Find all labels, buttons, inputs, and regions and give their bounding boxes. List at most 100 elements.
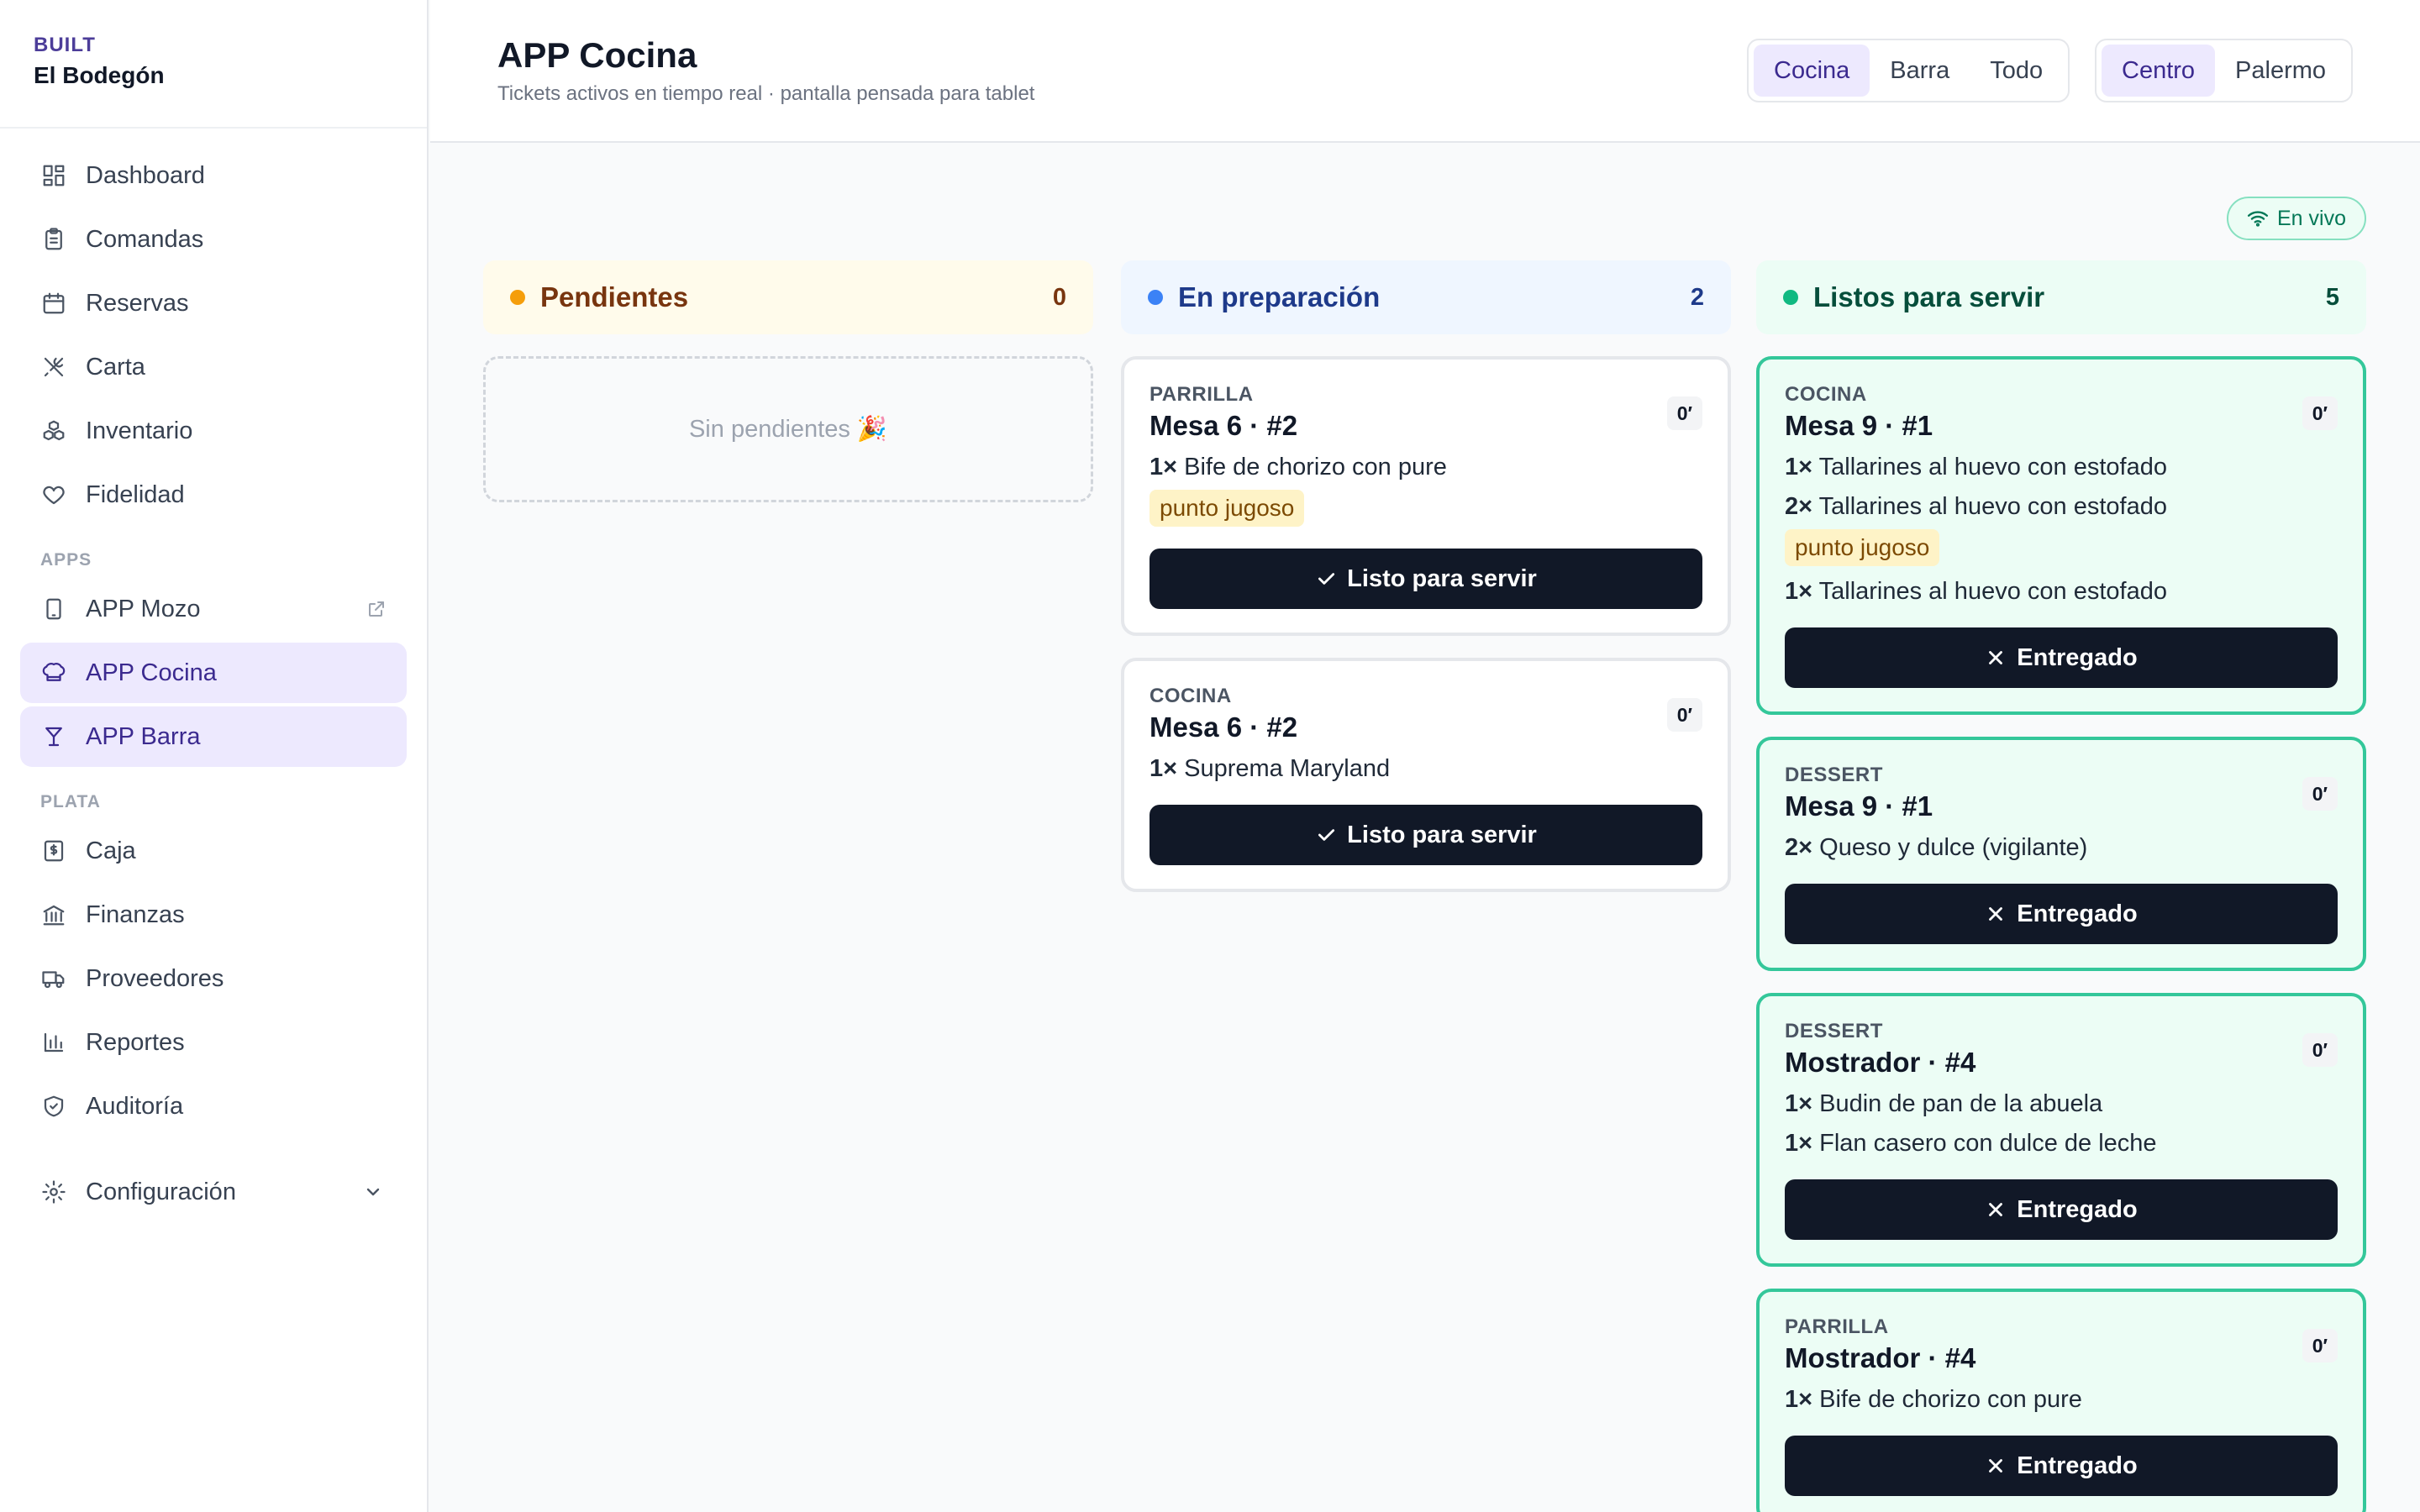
ready-to-serve-button[interactable]: Listo para servir [1150, 805, 1702, 865]
chef-hat-icon [40, 659, 67, 686]
sidebar-item-carta[interactable]: Carta [20, 337, 407, 397]
page-title: APP Cocina [497, 35, 697, 75]
shield-check-icon [40, 1093, 67, 1120]
line-note: punto jugoso [1785, 529, 1940, 566]
sidebar-item-configuracion[interactable]: Configuración [20, 1162, 407, 1222]
delivered-button[interactable]: Entregado [1785, 1436, 2338, 1496]
check-icon [1318, 829, 1335, 841]
line-qty: 1× [1785, 1386, 1813, 1413]
ticket-line: 2× Queso y dulce (vigilante) [1785, 834, 2338, 862]
sidebar-item-proveedores[interactable]: Proveedores [20, 948, 407, 1009]
sidebar-item-comandas[interactable]: Comandas [20, 209, 407, 270]
check-icon [1318, 573, 1335, 585]
ready-to-serve-button[interactable]: Listo para servir [1150, 549, 1702, 609]
sidebar-nav: Dashboard Comandas Reservas Carta Invent… [0, 129, 427, 1222]
sidebar-item-finanzas[interactable]: Finanzas [20, 885, 407, 945]
bar-chart-icon [40, 1029, 67, 1056]
utensils-icon [40, 354, 67, 381]
brand: BUILT El Bodegón [0, 0, 427, 129]
sidebar-item-auditoria[interactable]: Auditoría [20, 1076, 407, 1137]
brand-name: El Bodegón [34, 62, 165, 88]
sidebar-item-label: APP Cocina [86, 659, 217, 686]
sidebar: BUILT El Bodegón Dashboard Comandas Rese… [0, 0, 429, 1512]
ticket-card: DESSERT Mesa 9 · #1 0′ 2× Queso y dulce … [1756, 737, 2366, 971]
sidebar-item-reservas[interactable]: Reservas [20, 273, 407, 333]
ticket-table: Mesa 9 · #1 [1785, 790, 1933, 822]
branch-palermo-button[interactable]: Palermo [2215, 45, 2346, 97]
column-header: Pendientes 0 [483, 260, 1093, 334]
line-qty: 2× [1785, 493, 1813, 520]
page-subtitle: Tickets activos en tiempo real · pantall… [497, 82, 1035, 105]
cocktail-icon [40, 723, 67, 750]
sidebar-item-fidelidad[interactable]: Fidelidad [20, 465, 407, 525]
status-dot [1148, 290, 1163, 305]
ticket-card: PARRILLA Mostrador · #4 0′ 1× Bife de ch… [1756, 1289, 2366, 1512]
page-header: APP Cocina Tickets activos en tiempo rea… [430, 0, 2420, 143]
column-header: Listos para servir 5 [1756, 260, 2366, 334]
button-label: Entregado [2017, 900, 2138, 927]
empty-state: Sin pendientes 🎉 [483, 356, 1093, 502]
column-listos-para-servir: Listos para servir 5 COCINA Mesa 9 · #1 … [1756, 260, 2366, 1512]
ticket-card: COCINA Mesa 6 · #2 0′ 1× Suprema Marylan… [1121, 658, 1731, 892]
column-title: Listos para servir [1813, 281, 2045, 312]
ticket-table: Mesa 6 · #2 [1150, 410, 1298, 441]
line-qty: 1× [1785, 1090, 1813, 1117]
ticket-elapsed-time: 0′ [1666, 396, 1702, 430]
ticket-station: COCINA [1785, 383, 1867, 406]
ticket-line: 1× Bife de chorizo con pure [1785, 1386, 2338, 1414]
ticket-station: PARRILLA [1150, 383, 1254, 406]
ticket-table: Mesa 9 · #1 [1785, 410, 1933, 441]
section-label-apps: APPS [40, 550, 92, 570]
close-icon [1989, 907, 2003, 921]
filter-todo-button[interactable]: Todo [1970, 45, 2063, 97]
sidebar-item-label: Carta [86, 353, 145, 381]
ticket-card: COCINA Mesa 9 · #1 0′ 1× Tallarines al h… [1756, 356, 2366, 715]
sidebar-item-reportes[interactable]: Reportes [20, 1012, 407, 1073]
sidebar-item-app-cocina[interactable]: APP Cocina [20, 643, 407, 703]
branch-centro-button[interactable]: Centro [2102, 45, 2216, 97]
ticket-elapsed-time: 0′ [2302, 1033, 2338, 1067]
sidebar-item-label: Dashboard [86, 161, 205, 189]
button-label: Listo para servir [1347, 821, 1537, 848]
button-label: Entregado [2017, 643, 2138, 671]
chevron-down-icon [363, 1182, 383, 1202]
filter-cocina-button[interactable]: Cocina [1754, 45, 1870, 97]
sidebar-item-app-mozo[interactable]: APP Mozo [20, 579, 407, 639]
sidebar-item-label: Fidelidad [86, 480, 185, 508]
column-count: 5 [2325, 283, 2339, 311]
button-label: Entregado [2017, 1452, 2138, 1479]
sidebar-item-dashboard[interactable]: Dashboard [20, 145, 407, 206]
dashboard-icon [40, 162, 67, 189]
sidebar-item-label: Reportes [86, 1028, 185, 1056]
line-item: Bife de chorizo con pure [1184, 454, 1447, 480]
column-en-preparacion: En preparación 2 PARRILLA Mesa 6 · #2 0′… [1121, 260, 1731, 892]
ticket-station: COCINA [1150, 685, 1232, 707]
line-qty: 1× [1785, 578, 1813, 605]
ticket-elapsed-time: 0′ [2302, 1329, 2338, 1362]
column-pendientes: Pendientes 0 Sin pendientes 🎉 [483, 260, 1093, 502]
clipboard-icon [40, 226, 67, 253]
sidebar-item-label: Auditoría [86, 1092, 184, 1120]
delivered-button[interactable]: Entregado [1785, 1179, 2338, 1240]
line-item: Tallarines al huevo con estofado [1818, 493, 2167, 520]
line-item: Queso y dulce (vigilante) [1819, 834, 2088, 861]
line-item: Tallarines al huevo con estofado [1818, 454, 2167, 480]
ticket-line: 1× Flan casero con dulce de leche [1785, 1130, 2338, 1158]
sidebar-item-label: APP Barra [86, 722, 201, 750]
live-status-label: En vivo [2277, 206, 2346, 230]
button-label: Listo para servir [1347, 564, 1537, 592]
filter-barra-button[interactable]: Barra [1870, 45, 1970, 97]
ticket-elapsed-time: 0′ [1666, 698, 1702, 732]
sidebar-item-caja[interactable]: Caja [20, 821, 407, 881]
line-qty: 1× [1785, 1130, 1813, 1157]
delivered-button[interactable]: Entregado [1785, 627, 2338, 688]
ticket-line: 2× Tallarines al huevo con estofado [1785, 493, 2338, 521]
ticket-line: 1× Tallarines al huevo con estofado [1785, 578, 2338, 606]
sidebar-item-app-barra[interactable]: APP Barra [20, 706, 407, 767]
gear-icon [40, 1179, 67, 1205]
calendar-icon [40, 290, 67, 317]
branch-filter: Centro Palermo [2095, 39, 2354, 102]
line-qty: 1× [1785, 454, 1813, 480]
sidebar-item-inventario[interactable]: Inventario [20, 401, 407, 461]
delivered-button[interactable]: Entregado [1785, 884, 2338, 944]
